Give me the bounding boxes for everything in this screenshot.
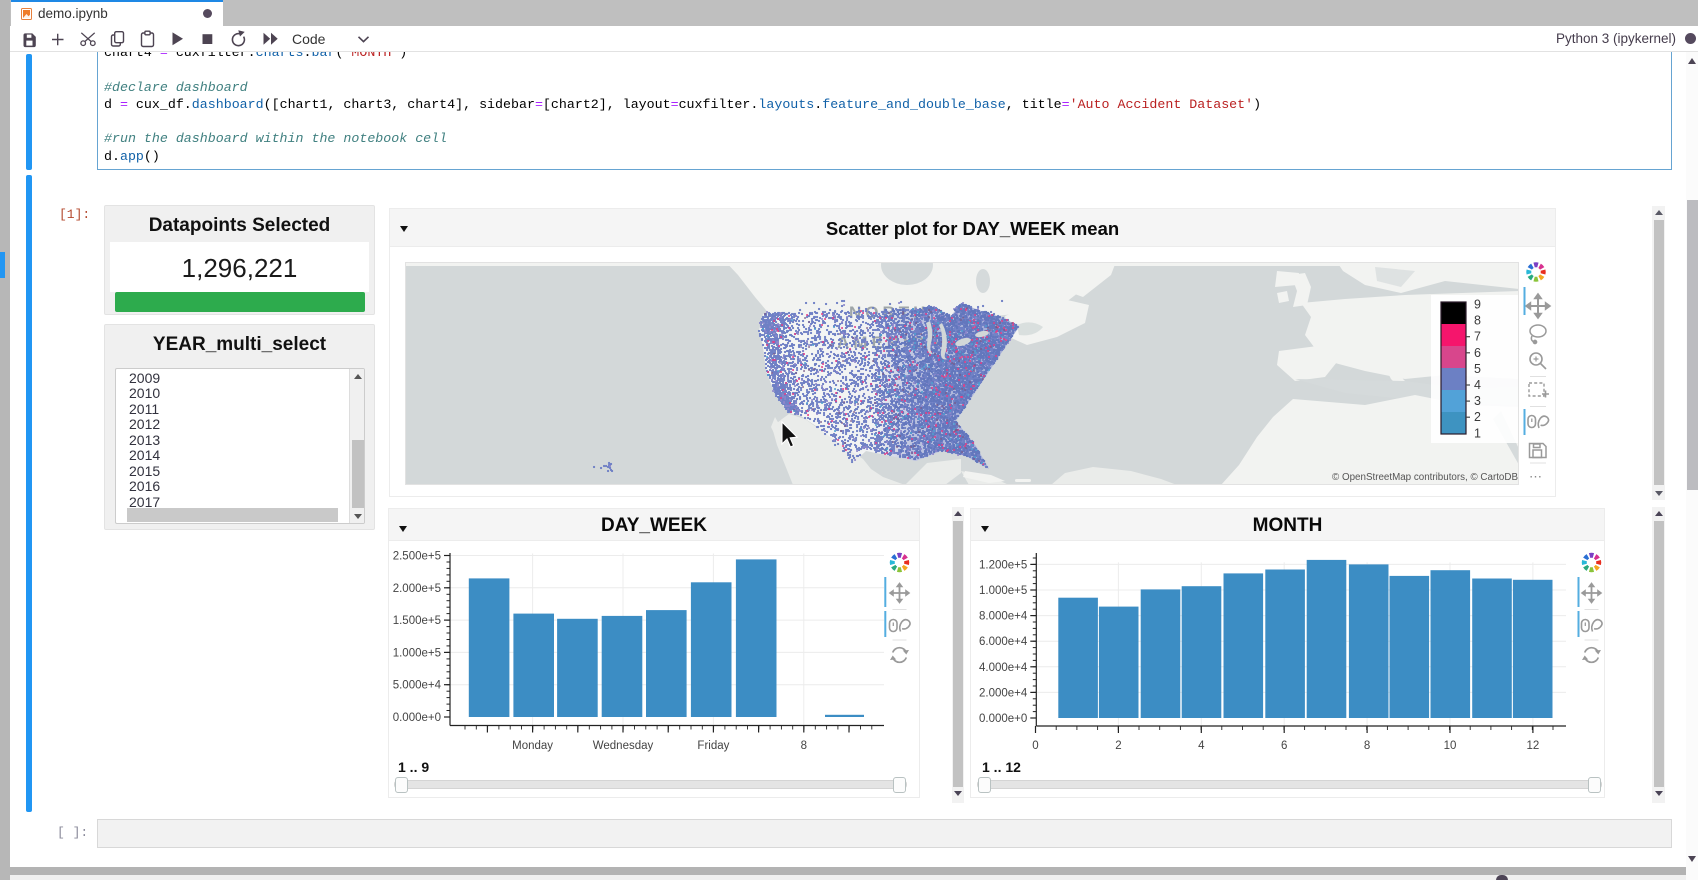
svg-text:8: 8 <box>1474 314 1481 328</box>
svg-text:4.000e+4: 4.000e+4 <box>979 662 1028 674</box>
svg-text:8: 8 <box>801 740 807 752</box>
svg-text:Friday: Friday <box>697 740 729 752</box>
svg-text:8: 8 <box>1364 740 1370 752</box>
svg-text:9: 9 <box>1474 298 1481 312</box>
svg-text:1.200e+5: 1.200e+5 <box>979 559 1027 571</box>
svg-text:1.000e+5: 1.000e+5 <box>979 585 1027 597</box>
svg-text:0.000e+0: 0.000e+0 <box>979 713 1027 725</box>
svg-text:© OpenStreetMap contributors,: © OpenStreetMap contributors, © CartoDB <box>1332 472 1518 483</box>
svg-text:2: 2 <box>1115 740 1121 752</box>
svg-text:⋯: ⋯ <box>1529 469 1542 484</box>
svg-text:4: 4 <box>1474 378 1481 392</box>
svg-text:8.000e+4: 8.000e+4 <box>979 611 1028 623</box>
svg-text:2.000e+4: 2.000e+4 <box>979 687 1028 699</box>
svg-text:6: 6 <box>1474 346 1481 360</box>
svg-text:10: 10 <box>1444 740 1457 752</box>
svg-text:6.000e+4: 6.000e+4 <box>979 636 1028 648</box>
svg-text:Wednesday: Wednesday <box>593 740 654 752</box>
svg-text:1: 1 <box>1474 426 1481 440</box>
svg-text:7: 7 <box>1474 330 1481 344</box>
svg-text:Monday: Monday <box>512 740 553 752</box>
svg-text:0.000e+0: 0.000e+0 <box>393 712 441 724</box>
svg-text:2: 2 <box>1474 410 1481 424</box>
svg-text:2.500e+5: 2.500e+5 <box>393 551 441 563</box>
svg-text:0: 0 <box>1032 740 1038 752</box>
svg-text:Code: Code <box>292 31 326 47</box>
svg-text:4: 4 <box>1198 740 1205 752</box>
svg-text:5.000e+4: 5.000e+4 <box>393 680 442 692</box>
svg-text:5: 5 <box>1474 362 1481 376</box>
svg-text:12: 12 <box>1527 740 1540 752</box>
svg-text:3: 3 <box>1474 394 1481 408</box>
svg-text:6: 6 <box>1281 740 1287 752</box>
svg-text:2.000e+5: 2.000e+5 <box>393 583 441 595</box>
svg-text:1.000e+5: 1.000e+5 <box>393 647 441 659</box>
svg-text:1.500e+5: 1.500e+5 <box>393 615 441 627</box>
